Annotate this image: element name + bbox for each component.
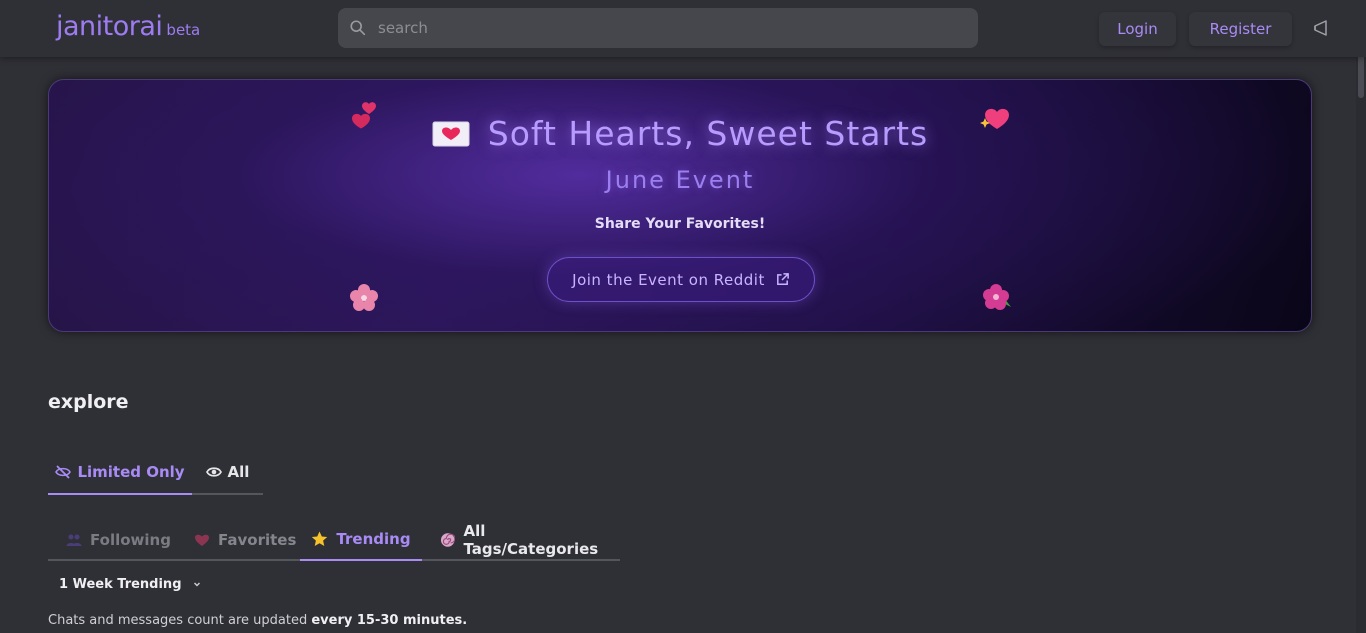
tab-all[interactable]: All (192, 452, 263, 495)
hibiscus-icon (983, 284, 1011, 310)
tab-following-label: Following (90, 530, 171, 549)
tab-trending[interactable]: Trending (300, 518, 422, 561)
update-frequency-note: Chats and messages count are updated eve… (48, 613, 467, 628)
love-letter-icon (432, 121, 470, 146)
explore-heading: explore (48, 391, 129, 413)
logo-name[interactable]: janitorai (56, 11, 163, 42)
tab-all-tags[interactable]: All Tags/Categories (440, 518, 620, 561)
eye-slash-icon (55, 465, 72, 479)
note-bold: every 15-30 minutes. (311, 613, 468, 628)
search-icon (350, 20, 366, 36)
megaphone-icon[interactable] (1312, 18, 1332, 38)
trending-period-value: 1 Week Trending (59, 576, 182, 592)
cherry-blossom-icon (350, 284, 378, 311)
tab-favorites-label: Favorites (218, 530, 297, 549)
chevron-down-icon (193, 582, 200, 587)
register-button[interactable]: Register (1189, 12, 1292, 46)
site-logo[interactable]: janitorai beta (56, 11, 200, 42)
tab-all-tags-label: All Tags/Categories (463, 521, 599, 558)
top-navbar: janitorai beta Login Register (0, 0, 1366, 57)
swirl-icon (440, 532, 456, 547)
search-input[interactable] (378, 8, 968, 48)
note-prefix: Chats and messages count are updated (48, 613, 312, 628)
banner-title-row: Soft Hearts, Sweet Starts (49, 114, 1311, 153)
tab-limited-only-label: Limited Only (77, 463, 185, 481)
tab-trending-label: Trending (336, 529, 411, 548)
logo-beta-badge: beta (166, 21, 201, 39)
star-icon (312, 531, 328, 546)
tab-all-label: All (227, 463, 250, 481)
join-event-button[interactable]: Join the Event on Reddit (547, 257, 815, 302)
tab-following[interactable]: Following (66, 518, 171, 561)
tab-favorites[interactable]: Favorites (194, 518, 296, 561)
tab-limited-only[interactable]: Limited Only (48, 452, 192, 495)
eye-icon (205, 467, 222, 477)
trending-period-select[interactable]: 1 Week Trending (59, 574, 202, 594)
login-button[interactable]: Login (1099, 12, 1176, 46)
category-tabs: Following Favorites Trending All Tags/Ca… (48, 518, 620, 561)
event-banner: Soft Hearts, Sweet Starts June Event Sha… (48, 79, 1312, 332)
search-bar[interactable] (338, 8, 978, 48)
banner-title: Soft Hearts, Sweet Starts (487, 114, 929, 153)
external-link-icon (776, 273, 789, 285)
join-event-label: Join the Event on Reddit (572, 270, 765, 289)
page-scrollbar[interactable] (1356, 0, 1366, 633)
users-icon (66, 534, 82, 546)
banner-subtitle: June Event (605, 166, 755, 194)
banner-tagline: Share Your Favorites! (594, 216, 766, 232)
heart-icon (195, 534, 209, 546)
